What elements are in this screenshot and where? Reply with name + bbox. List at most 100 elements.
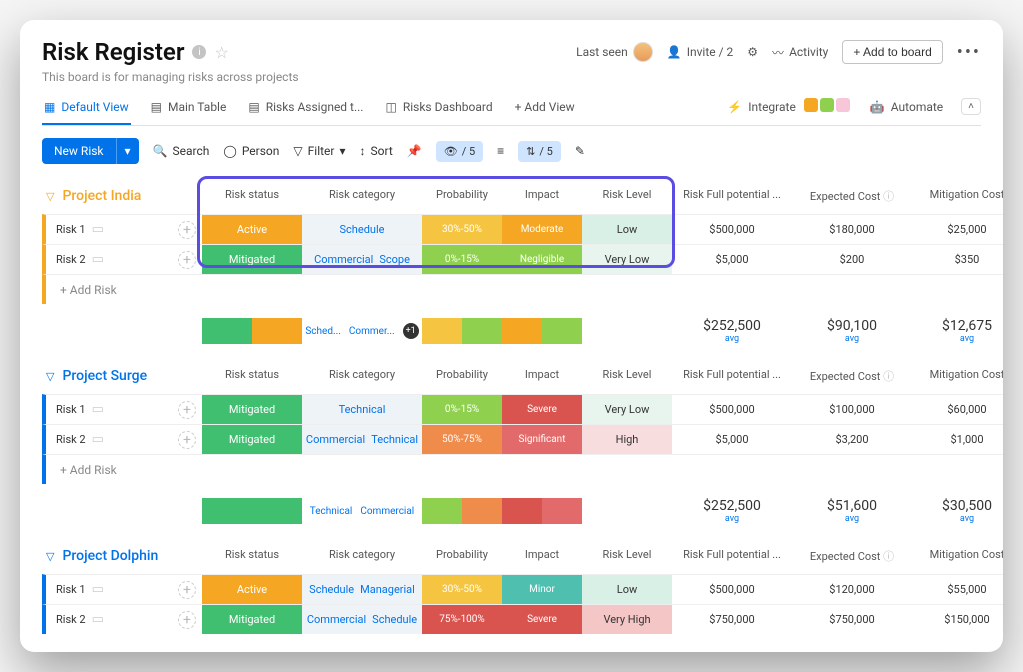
sort-button[interactable]: ↕Sort	[360, 144, 393, 158]
money-cell[interactable]: $750,000	[672, 604, 792, 634]
impact-cell[interactable]: Negligible	[502, 245, 582, 274]
column-header[interactable]: Impact	[502, 542, 582, 574]
group-toggle-icon[interactable]: ▽	[46, 190, 54, 203]
column-header[interactable]: Risk Full potential ...	[672, 182, 792, 214]
money-cell[interactable]: $5,000	[672, 244, 792, 274]
column-header[interactable]: Risk category	[302, 362, 422, 394]
impact-cell[interactable]: Moderate	[502, 215, 582, 244]
group-toggle-icon[interactable]: ▽	[46, 550, 54, 563]
integrate-button[interactable]: ⚡Integrate	[725, 94, 852, 119]
risk-row-name[interactable]: Risk 1▭+	[42, 214, 202, 244]
risk-status-cell[interactable]: Mitigated	[202, 245, 302, 274]
risk-level-cell[interactable]: Very Low	[582, 395, 672, 424]
column-header[interactable]: Risk category	[302, 542, 422, 574]
money-cell[interactable]: $180,000	[792, 214, 912, 244]
risk-level-cell[interactable]: Very High	[582, 605, 672, 634]
risk-status-cell[interactable]: Active	[202, 575, 302, 604]
add-view-button[interactable]: + Add View	[513, 96, 577, 118]
view-main-table[interactable]: ▤Main Table	[149, 96, 229, 118]
column-header[interactable]: Expected Cost ⓘ	[792, 542, 912, 574]
column-header[interactable]: Risk Full potential ...	[672, 362, 792, 394]
probability-cell[interactable]: 0%-15%	[422, 245, 502, 274]
probability-cell[interactable]: 30%-50%	[422, 215, 502, 244]
risk-status-cell[interactable]: Active	[202, 215, 302, 244]
column-header[interactable]: Mitigation Cost	[912, 542, 1003, 574]
more-menu-icon[interactable]: •••	[957, 42, 981, 63]
money-cell[interactable]: $3,200	[792, 424, 912, 454]
risk-status-cell[interactable]: Mitigated	[202, 395, 302, 424]
column-header[interactable]: Risk status	[202, 542, 302, 574]
column-header[interactable]: Risk Level	[582, 542, 672, 574]
risk-level-cell[interactable]: Low	[582, 215, 672, 244]
expand-icon[interactable]: ▭	[92, 582, 104, 597]
risk-status-cell[interactable]: Mitigated	[202, 425, 302, 454]
color-button[interactable]: ✎	[575, 144, 585, 158]
add-person-icon[interactable]: +	[178, 251, 196, 269]
view-risks-dashboard[interactable]: ◫Risks Dashboard	[383, 96, 494, 118]
column-header[interactable]: Mitigation Cost	[912, 182, 1003, 214]
info-icon[interactable]: i	[192, 45, 206, 59]
column-header[interactable]: Probability	[422, 542, 502, 574]
money-cell[interactable]: $1,000	[912, 424, 1003, 454]
add-person-icon[interactable]: +	[178, 581, 196, 599]
expand-icon[interactable]: ▭	[92, 402, 104, 417]
add-to-board-button[interactable]: + Add to board	[842, 40, 942, 64]
add-person-icon[interactable]: +	[178, 401, 196, 419]
risk-category-cell[interactable]: CommercialTechnical	[302, 425, 422, 454]
money-cell[interactable]: $200	[792, 244, 912, 274]
column-header[interactable]: Expected Cost ⓘ	[792, 362, 912, 394]
group-name[interactable]: Project Dolphin	[62, 548, 158, 564]
probability-cell[interactable]: 0%-15%	[422, 395, 502, 424]
money-cell[interactable]: $150,000	[912, 604, 1003, 634]
column-header[interactable]: Risk category	[302, 182, 422, 214]
money-cell[interactable]: $120,000	[792, 574, 912, 604]
column-header[interactable]: Impact	[502, 182, 582, 214]
risk-level-cell[interactable]: High	[582, 425, 672, 454]
column-header[interactable]: Expected Cost ⓘ	[792, 182, 912, 214]
money-cell[interactable]: $25,000	[912, 214, 1003, 244]
expand-icon[interactable]: ▭	[92, 432, 104, 447]
info-icon[interactable]: ⓘ	[883, 550, 894, 563]
column-header[interactable]: Risk Level	[582, 182, 672, 214]
collapse-button[interactable]: ˄	[961, 98, 981, 115]
invite-button[interactable]: 👤Invite / 2	[667, 45, 734, 59]
column-header[interactable]: Risk Level	[582, 362, 672, 394]
money-cell[interactable]: $350	[912, 244, 1003, 274]
risk-row-name[interactable]: Risk 2▭+	[42, 244, 202, 274]
info-icon[interactable]: ⓘ	[883, 190, 894, 203]
money-cell[interactable]: $55,000	[912, 574, 1003, 604]
impact-cell[interactable]: Severe	[502, 395, 582, 424]
risk-category-cell[interactable]: Technical	[302, 395, 422, 424]
group-toggle-icon[interactable]: ▽	[46, 370, 54, 383]
money-cell[interactable]: $750,000	[792, 604, 912, 634]
apps-icon[interactable]: ⚙	[747, 45, 758, 59]
row-height-button[interactable]: ≡	[497, 144, 504, 158]
height-pill[interactable]: ⇅/ 5	[518, 141, 561, 162]
automate-button[interactable]: 🤖Automate	[868, 96, 945, 118]
money-cell[interactable]: $500,000	[672, 574, 792, 604]
view-default[interactable]: ▦Default View	[42, 96, 131, 125]
money-cell[interactable]: $500,000	[672, 214, 792, 244]
probability-cell[interactable]: 50%-75%	[422, 425, 502, 454]
money-cell[interactable]: $60,000	[912, 394, 1003, 424]
pin-button[interactable]: 📌	[407, 144, 422, 158]
impact-cell[interactable]: Significant	[502, 425, 582, 454]
last-seen[interactable]: Last seen	[576, 42, 653, 62]
hidden-columns-pill[interactable]: 👁/ 5	[436, 141, 483, 162]
group-name[interactable]: Project India	[62, 188, 141, 204]
new-risk-button[interactable]: New Risk▾	[42, 138, 139, 164]
add-person-icon[interactable]: +	[178, 431, 196, 449]
risk-row-name[interactable]: Risk 1▭+	[42, 394, 202, 424]
info-icon[interactable]: ⓘ	[883, 370, 894, 383]
impact-cell[interactable]: Severe	[502, 605, 582, 634]
column-header[interactable]: Mitigation Cost	[912, 362, 1003, 394]
expand-icon[interactable]: ▭	[92, 252, 104, 267]
column-header[interactable]: Risk Full potential ...	[672, 542, 792, 574]
column-header[interactable]: Probability	[422, 182, 502, 214]
search-button[interactable]: 🔍Search	[153, 144, 210, 158]
filter-button[interactable]: ▽Filter▾	[293, 144, 345, 158]
risk-category-cell[interactable]: CommercialSchedule	[302, 605, 422, 634]
column-header[interactable]: Probability	[422, 362, 502, 394]
column-header[interactable]: Risk status	[202, 182, 302, 214]
add-risk-button[interactable]: + Add Risk	[42, 274, 1003, 304]
